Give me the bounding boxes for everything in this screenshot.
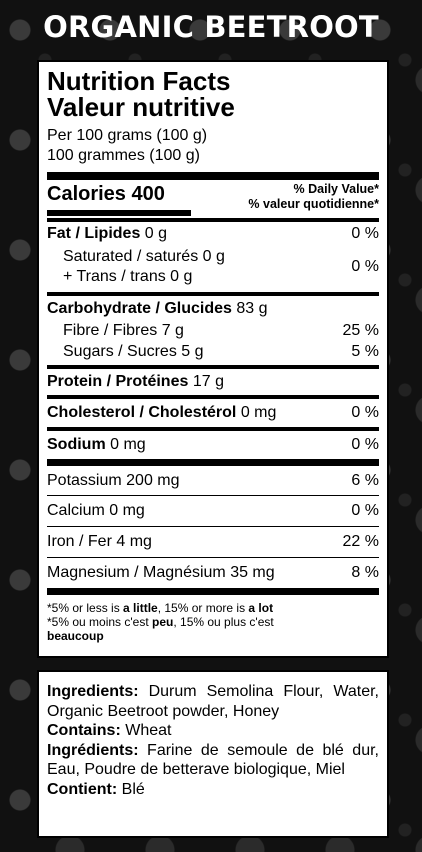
calcium-row: Calcium 0 mg 0 % <box>47 496 379 526</box>
product-title: ORGANIC BEETROOT <box>43 10 379 44</box>
potassium-row: Potassium 200 mg 6 % <box>47 466 379 495</box>
contient-text: Blé <box>117 780 145 798</box>
ingredients-fr-label: Ingrédients: <box>47 741 139 759</box>
sugars-dv: 5 % <box>351 342 379 360</box>
divider-thick <box>47 172 379 180</box>
magnesium-dv: 8 % <box>351 564 379 581</box>
nutrition-heading-en: Nutrition Facts <box>47 66 231 96</box>
calcium-label: Calcium 0 mg <box>47 502 145 519</box>
sugars-label: Sugars / Sucres 5 g <box>63 342 204 360</box>
contains-label: Contains: <box>47 722 121 739</box>
daily-value-en: % Daily Value* <box>293 182 379 196</box>
ingredients-fr: Ingrédients: Farine de semoule de blé du… <box>47 741 379 780</box>
saturated-label: Saturated / saturés 0 g <box>63 248 225 265</box>
nutrition-heading-fr: Valeur nutritive <box>47 92 235 122</box>
footnote-en-text: , 15% or more is <box>157 601 249 615</box>
fat-row: Fat / Lipides 0 g 0 % <box>47 222 379 246</box>
iron-dv: 22 % <box>342 533 379 550</box>
footnote-fr-text: , 15% ou plus c'est <box>173 615 274 629</box>
serving-size: Per 100 grams (100 g) 100 grammes (100 g… <box>47 126 379 166</box>
magnesium-label: Magnesium / Magnésium 35 mg <box>47 564 275 581</box>
footnote: *5% or less is a little, 15% or more is … <box>47 601 379 643</box>
daily-value-fr: % valeur quotidienne* <box>248 197 379 211</box>
footnote-fr-peu: peu <box>152 615 174 629</box>
footnote-en-lot: a lot <box>248 601 274 615</box>
sodium-dv: 0 % <box>351 436 379 453</box>
protein-amount: 17 g <box>192 373 224 390</box>
contains-line: Contains: Wheat <box>47 721 379 741</box>
calories-row: Calories 400 % Daily Value* % valeur quo… <box>47 182 379 216</box>
iron-label: Iron / Fer 4 mg <box>47 533 152 550</box>
potassium-label: Potassium 200 mg <box>47 471 180 489</box>
fat-label: Fat / Lipides <box>47 225 141 242</box>
serving-line-2: 100 grammes (100 g) <box>47 147 200 164</box>
contient-line: Contient: Blé <box>47 780 379 800</box>
footnote-fr-beaucoup: beaucoup <box>47 629 104 643</box>
calcium-dv: 0 % <box>351 502 379 519</box>
fat-amount: 0 g <box>144 225 168 242</box>
footnote-en-text: *5% or less is <box>47 601 124 615</box>
calories-underline <box>47 210 191 216</box>
nutrition-facts-panel: Nutrition Facts Valeur nutritive Per 100… <box>37 60 389 658</box>
iron-row: Iron / Fer 4 mg 22 % <box>47 527 379 557</box>
footnote-en-little: a little <box>123 601 158 615</box>
sat-trans-row: Saturated / saturés 0 g + Trans / trans … <box>47 246 379 288</box>
daily-value-header: % Daily Value* % valeur quotidienne* <box>248 182 379 212</box>
sodium-label: Sodium <box>47 436 106 453</box>
serving-line-1: Per 100 grams (100 g) <box>47 127 208 144</box>
calories-label: Calories 400 <box>47 183 165 205</box>
contains-text: Wheat <box>120 722 172 739</box>
protein-label: Protein / Protéines <box>47 373 189 390</box>
magnesium-row: Magnesium / Magnésium 35 mg 8 % <box>47 558 379 588</box>
divider-thick <box>47 459 379 466</box>
sodium-row: Sodium 0 mg 0 % <box>47 431 379 459</box>
potassium-dv: 6 % <box>351 471 379 489</box>
carb-row: Carbohydrate / Glucides 83 g <box>47 298 379 320</box>
fibre-label: Fibre / Fibres 7 g <box>63 321 184 339</box>
fat-dv: 0 % <box>351 225 379 242</box>
cholesterol-row: Cholesterol / Cholestérol 0 mg 0 % <box>47 399 379 427</box>
sodium-amount: 0 mg <box>110 436 146 453</box>
contient-label: Contient: <box>47 780 118 798</box>
carb-amount: 83 g <box>236 300 268 317</box>
ingredients-en: Ingredients: Durum Semolina Flour, Water… <box>47 682 379 721</box>
divider-medium <box>47 292 379 296</box>
carb-label: Carbohydrate / Glucides <box>47 300 232 317</box>
cholesterol-amount: 0 mg <box>240 404 277 421</box>
protein-row: Protein / Protéines 17 g <box>47 369 379 395</box>
cholesterol-label: Cholesterol / Cholestérol <box>47 404 237 421</box>
footnote-en: *5% or less is a little, 15% or more is … <box>47 601 379 615</box>
ingredients-panel: Ingredients: Durum Semolina Flour, Water… <box>37 670 389 838</box>
fibre-dv: 25 % <box>342 321 379 339</box>
cholesterol-dv: 0 % <box>351 404 379 421</box>
footnote-fr-text: *5% ou moins c'est <box>47 615 153 629</box>
trans-label: + Trans / trans 0 g <box>63 268 193 285</box>
sat-trans-dv: 0 % <box>351 258 379 275</box>
sugars-row: Sugars / Sucres 5 g 5 % <box>47 341 379 362</box>
fibre-row: Fibre / Fibres 7 g 25 % <box>47 320 379 341</box>
footnote-fr: *5% ou moins c'est peu, 15% ou plus c'es… <box>47 615 379 629</box>
ingredients-en-label: Ingredients: <box>47 683 139 700</box>
divider-thick <box>47 588 379 595</box>
